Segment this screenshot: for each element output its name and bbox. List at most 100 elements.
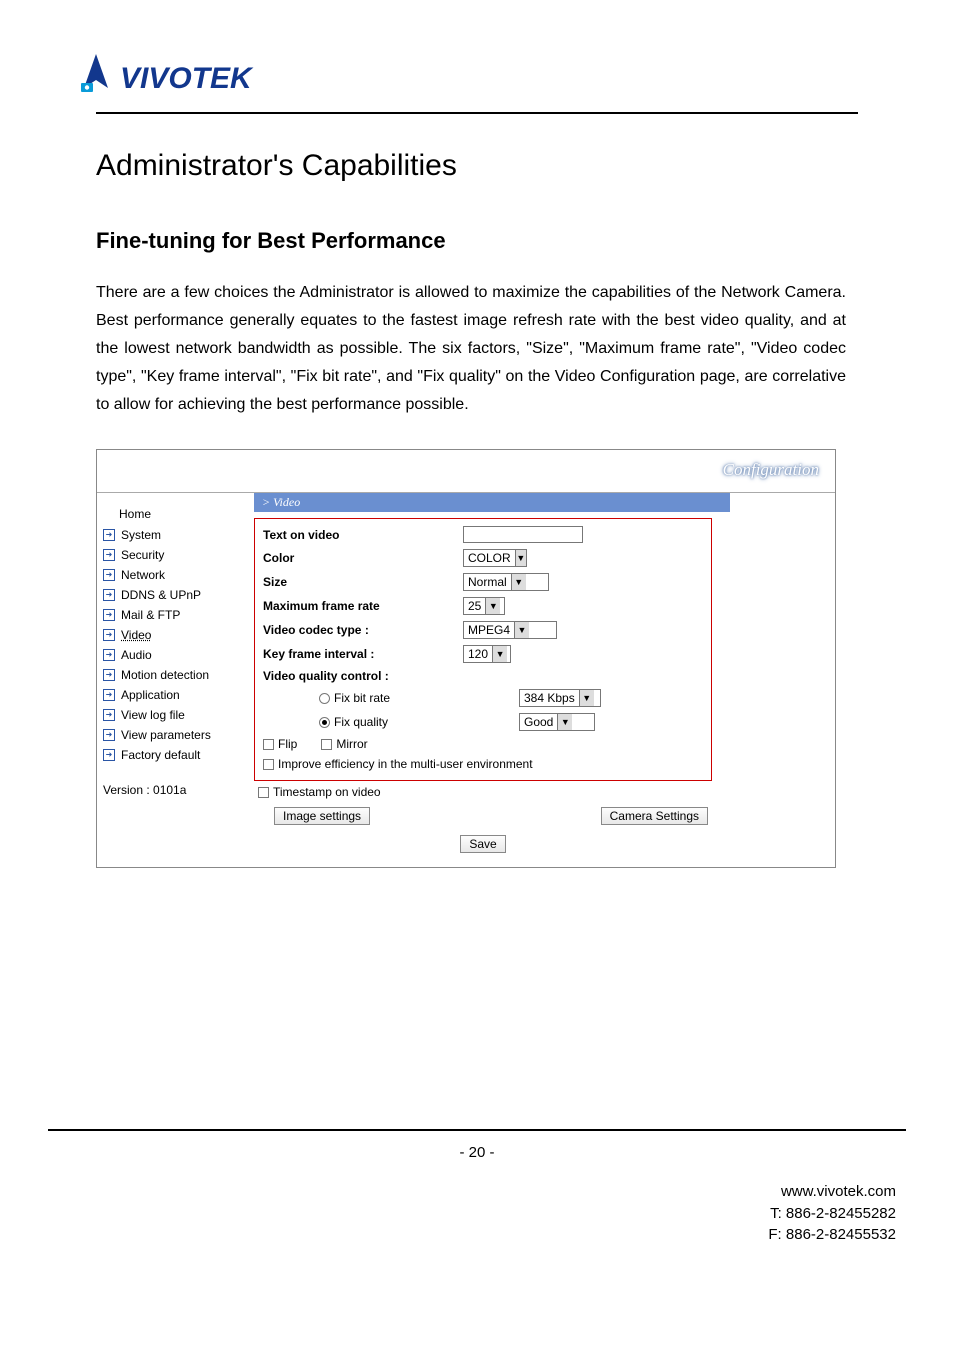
fix-quality-label: Fix quality	[334, 715, 388, 729]
sidebar-item-label: Application	[121, 688, 180, 702]
sidebar: Home System Security Network DDNS & UPnP…	[97, 493, 246, 867]
arrow-icon	[103, 529, 115, 541]
sidebar-item-label: System	[121, 528, 161, 542]
image-settings-button[interactable]: Image settings	[274, 807, 370, 825]
chevron-down-icon: ▼	[511, 574, 526, 590]
sidebar-item-label: DDNS & UPnP	[121, 588, 201, 602]
select-value: Normal	[464, 575, 511, 589]
text-on-video-label: Text on video	[259, 528, 463, 542]
select-value: MPEG4	[464, 623, 514, 637]
flip-checkbox[interactable]: Flip	[263, 737, 297, 751]
sidebar-item-motion-detection[interactable]: Motion detection	[101, 665, 246, 685]
sidebar-item-network[interactable]: Network	[101, 565, 246, 585]
sidebar-item-view-parameters[interactable]: View parameters	[101, 725, 246, 745]
video-codec-select[interactable]: MPEG4▼	[463, 621, 557, 639]
sidebar-item-ddns-upnp[interactable]: DDNS & UPnP	[101, 585, 246, 605]
config-panel: Configuration Home System Security Netwo…	[96, 449, 836, 868]
sidebar-item-application[interactable]: Application	[101, 685, 246, 705]
arrow-icon	[103, 709, 115, 721]
chevron-down-icon: ▼	[515, 550, 526, 566]
sidebar-item-label: Factory default	[121, 748, 200, 762]
sidebar-item-video[interactable]: Video	[101, 625, 246, 645]
checkbox-icon	[258, 787, 269, 798]
timestamp-label: Timestamp on video	[273, 785, 381, 799]
improve-efficiency-checkbox[interactable]: Improve efficiency in the multi-user env…	[263, 757, 533, 771]
panel-title: Configuration	[723, 460, 819, 480]
arrow-icon	[103, 669, 115, 681]
video-codec-label: Video codec type :	[259, 623, 463, 637]
sidebar-item-label: Audio	[121, 648, 152, 662]
highlighted-region: Text on video Color COLOR▼ Size Normal▼	[254, 518, 712, 781]
mirror-label: Mirror	[336, 737, 367, 751]
sidebar-item-label: Motion detection	[121, 668, 209, 682]
arrow-icon	[103, 609, 115, 621]
key-frame-interval-label: Key frame interval :	[259, 647, 463, 661]
intro-paragraph: There are a few choices the Administrato…	[96, 279, 846, 419]
select-value: 120	[464, 647, 492, 661]
select-value: COLOR	[464, 551, 515, 565]
save-button[interactable]: Save	[460, 835, 505, 853]
sidebar-item-view-log-file[interactable]: View log file	[101, 705, 246, 725]
arrow-icon	[103, 569, 115, 581]
logo-text: VIVOTEK	[120, 64, 252, 94]
checkbox-icon	[263, 739, 274, 750]
radio-icon	[319, 693, 330, 704]
arrow-icon	[103, 729, 115, 741]
fix-quality-select[interactable]: Good▼	[519, 713, 595, 731]
chevron-down-icon: ▼	[579, 690, 594, 706]
video-quality-control-label: Video quality control :	[259, 669, 463, 683]
arrow-icon	[103, 689, 115, 701]
fix-quality-option[interactable]: Fix quality	[259, 715, 519, 729]
section-heading: Fine-tuning for Best Performance	[96, 228, 846, 254]
sidebar-item-label: View log file	[121, 708, 185, 722]
sidebar-item-label: Mail & FTP	[121, 608, 180, 622]
size-select[interactable]: Normal▼	[463, 573, 549, 591]
camera-settings-button[interactable]: Camera Settings	[601, 807, 708, 825]
select-value: 384 Kbps	[520, 691, 579, 705]
fix-bit-rate-option[interactable]: Fix bit rate	[259, 691, 519, 705]
select-value: Good	[520, 715, 557, 729]
fix-bit-rate-select[interactable]: 384 Kbps▼	[519, 689, 601, 707]
arrow-icon	[103, 549, 115, 561]
sidebar-item-security[interactable]: Security	[101, 545, 246, 565]
arrow-icon	[103, 589, 115, 601]
chevron-down-icon: ▼	[485, 598, 500, 614]
max-frame-rate-label: Maximum frame rate	[259, 599, 463, 613]
panel-header: Configuration	[97, 450, 835, 493]
sidebar-item-label: View parameters	[121, 728, 211, 742]
chevron-down-icon: ▼	[514, 622, 529, 638]
sidebar-item-home[interactable]: Home	[101, 503, 246, 525]
sidebar-item-system[interactable]: System	[101, 525, 246, 545]
logo-icon	[78, 50, 114, 94]
chevron-down-icon: ▼	[492, 646, 507, 662]
arrow-icon	[103, 629, 115, 641]
flip-label: Flip	[278, 737, 297, 751]
page-title: Administrator's Capabilities	[96, 149, 846, 183]
select-value: 25	[464, 599, 485, 613]
mirror-checkbox[interactable]: Mirror	[321, 737, 367, 751]
color-select[interactable]: COLOR▼	[463, 549, 527, 567]
key-frame-interval-select[interactable]: 120▼	[463, 645, 511, 663]
divider-bottom	[48, 1129, 906, 1131]
checkbox-icon	[263, 759, 274, 770]
chevron-down-icon: ▼	[557, 714, 572, 730]
footer-tel: T: 886-2-82455282	[768, 1203, 896, 1225]
breadcrumb: > Video	[254, 493, 730, 512]
sidebar-item-factory-default[interactable]: Factory default	[101, 745, 246, 765]
sidebar-item-mail-ftp[interactable]: Mail & FTP	[101, 605, 246, 625]
fix-bit-rate-label: Fix bit rate	[334, 691, 390, 705]
sidebar-item-audio[interactable]: Audio	[101, 645, 246, 665]
timestamp-checkbox[interactable]: Timestamp on video	[258, 785, 381, 799]
sidebar-item-label: Network	[121, 568, 165, 582]
footer: www.vivotek.com T: 886-2-82455282 F: 886…	[768, 1181, 896, 1246]
footer-url: www.vivotek.com	[768, 1181, 896, 1203]
page-number: - 20 -	[0, 1144, 954, 1161]
arrow-icon	[103, 649, 115, 661]
version-label: Version : 0101a	[101, 783, 246, 797]
max-frame-rate-select[interactable]: 25▼	[463, 597, 505, 615]
size-label: Size	[259, 575, 463, 589]
color-label: Color	[259, 551, 463, 565]
text-on-video-input[interactable]	[463, 526, 583, 543]
radio-icon	[319, 717, 330, 728]
sidebar-item-label: Video	[121, 628, 151, 642]
